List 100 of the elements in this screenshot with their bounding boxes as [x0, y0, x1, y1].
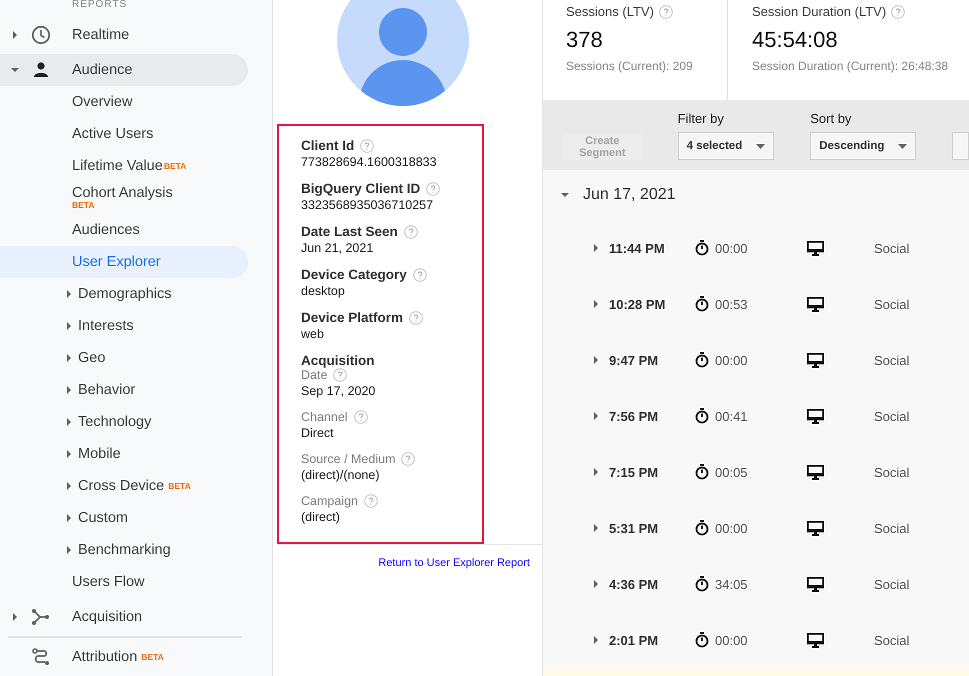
nav-item[interactable]: Mobile [0, 438, 248, 470]
caret-icon[interactable] [65, 322, 73, 330]
caret-icon[interactable] [592, 636, 600, 644]
caret-icon[interactable] [592, 244, 600, 252]
field-value: web [301, 327, 325, 341]
caret-icon[interactable] [592, 356, 600, 364]
session-duration: 00:05 [715, 464, 749, 480]
caret-icon[interactable] [11, 31, 19, 39]
stopwatch-icon [695, 520, 709, 536]
metric-value: 45:54:08 [752, 27, 839, 53]
caret-icon[interactable] [11, 66, 19, 74]
nav-item[interactable]: Lifetime Value$^{BETA}$ [0, 150, 248, 182]
caret-icon[interactable] [592, 524, 600, 532]
nav-section[interactable]: Acquisition [0, 601, 248, 633]
nav-section[interactable]: Audience [0, 54, 248, 86]
caret-icon[interactable] [592, 412, 600, 420]
nav-item[interactable]: Interests [0, 310, 248, 342]
caret-icon[interactable] [592, 300, 600, 308]
nav-item[interactable]: Cross Device $^{BETA}$ [0, 470, 248, 502]
nav-section[interactable]: Attribution $^{BETA}$ [0, 641, 248, 673]
session-time: 10:28 PM [609, 296, 666, 312]
session-channel: Social [874, 352, 910, 368]
caret-icon[interactable] [65, 290, 73, 298]
nav-label: Mobile [78, 446, 121, 462]
dropdown[interactable]: Descending [810, 132, 916, 160]
field-value: Direct [301, 426, 335, 440]
session-channel: Social [874, 520, 910, 536]
caret-icon[interactable] [65, 482, 73, 490]
nav-item[interactable]: Geo [0, 342, 248, 374]
desktop-icon [807, 464, 824, 480]
nav-item[interactable]: Demographics [0, 278, 248, 310]
nav-item[interactable]: User Explorer [0, 246, 248, 278]
desktop-icon [807, 520, 824, 536]
caret-icon[interactable] [592, 580, 600, 588]
caret-icon[interactable] [65, 450, 73, 458]
stopwatch-icon [695, 240, 709, 256]
person-icon [31, 60, 51, 80]
route-icon [31, 647, 51, 667]
metric-current: Sessions (Current): 209 [566, 59, 694, 73]
nav-item[interactable]: Custom [0, 502, 248, 534]
field-label: Device Category [301, 267, 407, 282]
nav-label: Cross Device [78, 478, 164, 494]
nav-label: Geo [78, 350, 106, 366]
nav-label: Attribution [72, 649, 138, 665]
nav-item[interactable]: Audiences [0, 214, 248, 246]
nav-item[interactable]: Benchmarking [0, 534, 248, 566]
nav-label: Benchmarking [78, 542, 171, 558]
session-duration: 00:53 [715, 296, 749, 312]
nav-section[interactable]: Realtime [0, 19, 248, 51]
session-duration: 00:41 [715, 408, 749, 424]
caret-icon[interactable] [561, 191, 569, 199]
nav-label: Acquisition [72, 609, 142, 625]
session-channel: Social [874, 632, 910, 648]
stopwatch-icon [695, 352, 709, 368]
field-label: Date [301, 368, 328, 382]
nav-item[interactable]: Users Flow [0, 566, 248, 598]
session-duration: 00:00 [715, 352, 749, 368]
dropdown[interactable]: 4 selected [678, 132, 774, 160]
caret-icon[interactable] [65, 354, 73, 362]
desktop-icon [807, 632, 824, 648]
caret-icon [756, 144, 766, 148]
metric-value: 378 [566, 27, 604, 53]
session-time: 7:56 PM [609, 408, 660, 424]
desktop-icon [807, 296, 824, 312]
session-channel: Social [874, 296, 910, 312]
nav-item[interactable]: Active Users [0, 118, 248, 150]
session-time: 11:44 PM [609, 240, 666, 256]
session-duration: 34:05 [715, 576, 749, 592]
stopwatch-icon [695, 576, 709, 592]
caret-icon[interactable] [65, 418, 73, 426]
session-time: 2:01 PM [609, 632, 660, 648]
field-value: Sep 17, 2020 [301, 384, 376, 398]
caret-icon[interactable] [592, 468, 600, 476]
session-duration: 00:00 [715, 520, 749, 536]
caret-icon[interactable] [11, 613, 19, 621]
nav-label: Behavior [78, 382, 136, 398]
session-time: 9:47 PM [609, 352, 660, 368]
nav-item[interactable]: Overview [0, 86, 248, 118]
caret-icon[interactable] [65, 546, 73, 554]
dropdown-label: Sort by [810, 111, 852, 126]
nav-item[interactable]: Cohort Analysis BETA [0, 182, 248, 214]
beta-label: BETA [164, 161, 186, 171]
branch-icon [31, 607, 51, 627]
nav-label: Custom [78, 510, 128, 526]
session-time: 5:31 PM [609, 520, 660, 536]
field-value: (direct) [301, 510, 341, 524]
session-channel: Social [874, 576, 910, 592]
stopwatch-icon [695, 408, 709, 424]
caret-icon[interactable] [65, 386, 73, 394]
stopwatch-icon [695, 632, 709, 648]
date-heading: Jun 17, 2021 [583, 186, 676, 204]
nav-item[interactable]: Behavior [0, 374, 248, 406]
field-label: Source / Medium [301, 452, 396, 466]
clock-icon [31, 25, 51, 45]
field-value: (direct)/(none) [301, 468, 380, 482]
return-link[interactable]: Return to User Explorer Report [378, 557, 530, 569]
nav-item[interactable]: Technology [0, 406, 248, 438]
metric-current: Session Duration (Current): 26:48:38 [752, 59, 950, 73]
caret-icon[interactable] [65, 514, 73, 522]
nav-label: Technology [78, 414, 152, 430]
